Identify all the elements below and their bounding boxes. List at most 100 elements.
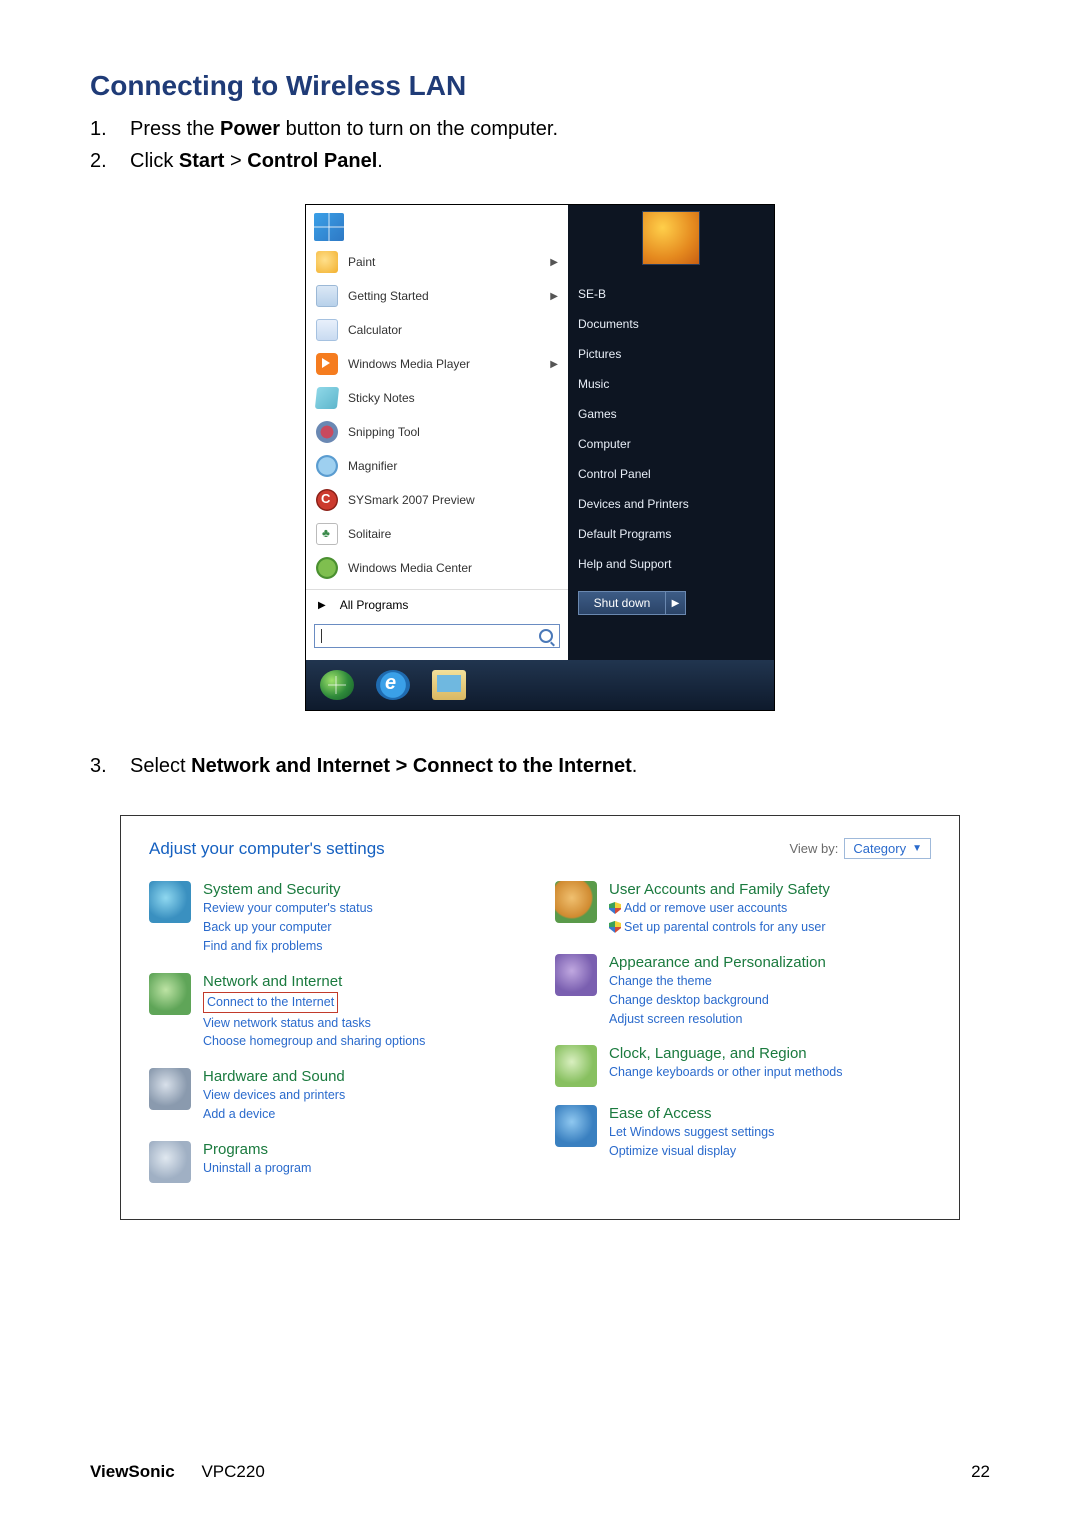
start-right-default-programs[interactable]: Default Programs bbox=[578, 519, 764, 549]
category-link[interactable]: Find and fix problems bbox=[203, 938, 373, 955]
category-link[interactable]: Let Windows suggest settings bbox=[609, 1124, 774, 1141]
category-link[interactable]: Choose homegroup and sharing options bbox=[203, 1033, 425, 1050]
category-body: Programs Uninstall a program bbox=[203, 1141, 311, 1177]
category-link[interactable]: Change keyboards or other input methods bbox=[609, 1064, 842, 1081]
category-system-security: System and Security Review your computer… bbox=[149, 881, 525, 955]
start-right-user[interactable]: SE-B bbox=[578, 279, 764, 309]
start-right-music[interactable]: Music bbox=[578, 369, 764, 399]
submenu-arrow-icon: ▶ bbox=[550, 291, 558, 302]
start-menu-left-pane: Paint ▶ Getting Started ▶ Calculator Win… bbox=[306, 205, 568, 660]
category-link[interactable]: Back up your computer bbox=[203, 919, 373, 936]
category-link[interactable]: Set up parental controls for any user bbox=[609, 919, 830, 936]
control-panel-screenshot: Adjust your computer's settings View by:… bbox=[120, 815, 960, 1220]
appearance-icon bbox=[555, 954, 597, 996]
category-title[interactable]: User Accounts and Family Safety bbox=[609, 881, 830, 898]
category-body: Network and Internet Connect to the Inte… bbox=[203, 973, 425, 1051]
category-link-highlighted[interactable]: Connect to the Internet bbox=[203, 992, 338, 1013]
category-hardware-sound: Hardware and Sound View devices and prin… bbox=[149, 1068, 525, 1123]
footer-page-number: 22 bbox=[971, 1462, 990, 1482]
category-title[interactable]: Network and Internet bbox=[203, 973, 425, 990]
category-title[interactable]: Hardware and Sound bbox=[203, 1068, 345, 1085]
network-internet-icon bbox=[149, 973, 191, 1015]
category-body: Hardware and Sound View devices and prin… bbox=[203, 1068, 345, 1123]
category-title[interactable]: Clock, Language, and Region bbox=[609, 1045, 842, 1062]
text: Click bbox=[130, 150, 179, 172]
shutdown-dropdown-button[interactable]: ▶ bbox=[666, 591, 686, 615]
bold: Control Panel bbox=[247, 150, 377, 172]
category-title[interactable]: System and Security bbox=[203, 881, 373, 898]
text: Press the bbox=[130, 118, 220, 140]
category-body: Appearance and Personalization Change th… bbox=[609, 954, 826, 1028]
start-item-label: Sticky Notes bbox=[348, 391, 415, 405]
start-item-label: Solitaire bbox=[348, 527, 391, 541]
category-appearance: Appearance and Personalization Change th… bbox=[555, 954, 931, 1028]
bold: Start bbox=[179, 150, 225, 172]
all-programs-arrow-icon: ▶ bbox=[318, 600, 326, 611]
start-item-label: Magnifier bbox=[348, 459, 397, 473]
category-title[interactable]: Appearance and Personalization bbox=[609, 954, 826, 971]
view-by-label: View by: bbox=[789, 841, 838, 856]
shutdown-button[interactable]: Shut down bbox=[578, 591, 666, 615]
start-item-wmc[interactable]: Windows Media Center bbox=[306, 551, 568, 585]
start-item-label: Windows Media Center bbox=[348, 561, 472, 575]
start-right-help[interactable]: Help and Support bbox=[578, 549, 764, 579]
start-search-input[interactable] bbox=[314, 624, 560, 648]
control-panel-title: Adjust your computer's settings bbox=[149, 839, 385, 859]
start-right-documents[interactable]: Documents bbox=[578, 309, 764, 339]
category-title[interactable]: Ease of Access bbox=[609, 1105, 774, 1122]
view-by-dropdown[interactable]: Category ▼ bbox=[844, 838, 931, 859]
category-link[interactable]: Add a device bbox=[203, 1106, 345, 1123]
category-link[interactable]: Review your computer's status bbox=[203, 900, 373, 917]
category-link[interactable]: Uninstall a program bbox=[203, 1160, 311, 1177]
start-button-icon[interactable] bbox=[320, 670, 354, 700]
control-panel-header: Adjust your computer's settings View by:… bbox=[149, 838, 931, 859]
solitaire-icon bbox=[316, 523, 338, 545]
start-right-computer[interactable]: Computer bbox=[578, 429, 764, 459]
search-icon bbox=[539, 629, 553, 643]
category-link[interactable]: Add or remove user accounts bbox=[609, 900, 830, 917]
start-item-label: Calculator bbox=[348, 323, 402, 337]
file-explorer-icon[interactable] bbox=[432, 670, 466, 700]
category-body: Clock, Language, and Region Change keybo… bbox=[609, 1045, 842, 1081]
start-all-programs[interactable]: ▶ All Programs bbox=[306, 589, 568, 618]
start-item-sticky-notes[interactable]: Sticky Notes bbox=[306, 381, 568, 415]
start-right-pictures[interactable]: Pictures bbox=[578, 339, 764, 369]
category-link[interactable]: Adjust screen resolution bbox=[609, 1011, 826, 1028]
category-body: Ease of Access Let Windows suggest setti… bbox=[609, 1105, 774, 1160]
start-item-label: Snipping Tool bbox=[348, 425, 420, 439]
start-item-solitaire[interactable]: Solitaire bbox=[306, 517, 568, 551]
category-title[interactable]: Programs bbox=[203, 1141, 311, 1158]
category-link[interactable]: View network status and tasks bbox=[203, 1015, 425, 1032]
step-number: 2. bbox=[90, 146, 130, 176]
step-3: 3. Select Network and Internet > Connect… bbox=[90, 751, 990, 781]
ease-of-access-icon bbox=[555, 1105, 597, 1147]
start-item-wmp[interactable]: Windows Media Player ▶ bbox=[306, 347, 568, 381]
category-link[interactable]: Change desktop background bbox=[609, 992, 826, 1009]
category-link[interactable]: View devices and printers bbox=[203, 1087, 345, 1104]
hardware-sound-icon bbox=[149, 1068, 191, 1110]
step-text: Click Start > Control Panel. bbox=[130, 146, 383, 176]
page-footer: ViewSonic VPC220 22 bbox=[90, 1462, 990, 1482]
start-item-magnifier[interactable]: Magnifier bbox=[306, 449, 568, 483]
view-by-group: View by: Category ▼ bbox=[789, 838, 931, 859]
start-item-label: Getting Started bbox=[348, 289, 429, 303]
shield-icon bbox=[609, 921, 621, 933]
start-right-control-panel[interactable]: Control Panel bbox=[578, 459, 764, 489]
category-link[interactable]: Change the theme bbox=[609, 973, 826, 990]
step-1: 1. Press the Power button to turn on the… bbox=[90, 114, 990, 144]
chevron-down-icon: ▼ bbox=[912, 843, 922, 854]
internet-explorer-icon[interactable] bbox=[376, 670, 410, 700]
category-link[interactable]: Optimize visual display bbox=[609, 1143, 774, 1160]
text: button to turn on the computer. bbox=[280, 118, 558, 140]
start-right-games[interactable]: Games bbox=[578, 399, 764, 429]
start-right-devices[interactable]: Devices and Printers bbox=[578, 489, 764, 519]
media-player-icon bbox=[316, 353, 338, 375]
category-clock-language: Clock, Language, and Region Change keybo… bbox=[555, 1045, 931, 1087]
start-item-getting-started[interactable]: Getting Started ▶ bbox=[306, 279, 568, 313]
start-item-sysmark[interactable]: SYSmark 2007 Preview bbox=[306, 483, 568, 517]
start-item-paint[interactable]: Paint ▶ bbox=[306, 245, 568, 279]
start-item-calculator[interactable]: Calculator bbox=[306, 313, 568, 347]
all-programs-label: All Programs bbox=[340, 598, 409, 612]
start-item-snipping-tool[interactable]: Snipping Tool bbox=[306, 415, 568, 449]
start-menu-body: Paint ▶ Getting Started ▶ Calculator Win… bbox=[306, 205, 774, 660]
